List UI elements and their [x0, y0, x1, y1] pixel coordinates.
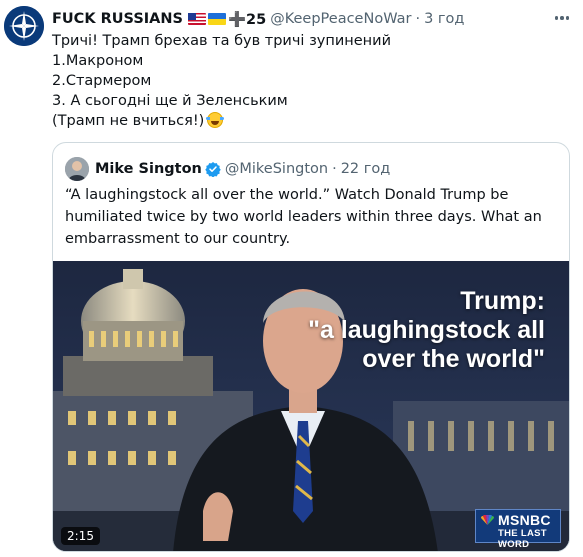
- tweet-line: 2.Стармером: [52, 73, 152, 89]
- us-flag-icon: [187, 13, 206, 25]
- author-avatar[interactable]: [4, 6, 44, 46]
- quoted-tweet-header: Mike Sington @MikeSington · 22 год: [65, 157, 390, 181]
- video-overlay-caption: Trump: "a laughingstock all over the wor…: [308, 287, 545, 374]
- nato-compass-icon: [4, 6, 44, 46]
- tears-of-joy-emoji-icon: [206, 112, 225, 128]
- ukraine-flag-icon: [207, 13, 226, 25]
- author-name-suffix: ➕25: [227, 11, 267, 28]
- quoted-tweet-text: “A laughingstock all over the world.” Wa…: [65, 187, 542, 247]
- video-duration: 2:15: [61, 527, 100, 545]
- quoted-author-handle: @MikeSington: [224, 161, 329, 177]
- quoted-author-avatar: [65, 157, 89, 181]
- tweet-line: (Трамп не вчиться!): [52, 113, 205, 129]
- overlay-line: over the world": [362, 345, 545, 373]
- tweet-timestamp[interactable]: 3 год: [424, 11, 464, 27]
- separator-dot: ·: [332, 161, 337, 177]
- more-icon[interactable]: [550, 10, 574, 26]
- quoted-tweet[interactable]: Mike Sington @MikeSington · 22 год “A la…: [52, 142, 570, 552]
- separator-dot: ·: [415, 11, 421, 27]
- author-name[interactable]: FUCK RUSSIANS: [52, 11, 183, 27]
- video-player[interactable]: Trump: "a laughingstock all over the wor…: [53, 261, 569, 551]
- quoted-timestamp: 22 год: [340, 161, 391, 177]
- program-name: THE LAST WORD: [498, 528, 547, 550]
- tweet-line: Тричі! Трамп брехав та був тричі зупинен…: [52, 33, 391, 49]
- tweet-line: 1.Макроном: [52, 53, 144, 69]
- tweet-header: FUCK RUSSIANS ➕25 @KeepPeaceNoWar · 3 го…: [52, 9, 464, 29]
- network-name: MSNBC: [498, 512, 551, 528]
- peacock-icon: [481, 515, 494, 525]
- person-avatar-icon: [65, 157, 89, 181]
- overlay-line: Trump:: [460, 287, 545, 315]
- overlay-line: "a laughingstock all: [308, 316, 545, 344]
- verified-badge-icon: [205, 162, 221, 177]
- tweet[interactable]: FUCK RUSSIANS ➕25 @KeepPeaceNoWar · 3 го…: [0, 0, 583, 557]
- quoted-author-name: Mike Sington: [95, 161, 202, 177]
- network-logo: MSNBC THE LAST WORD: [475, 509, 561, 550]
- author-handle[interactable]: @KeepPeaceNoWar: [270, 11, 411, 27]
- tweet-text: Тричі! Трамп брехав та був тричі зупинен…: [52, 31, 572, 131]
- tweet-line-last: (Трамп не вчиться!): [52, 111, 572, 131]
- tweet-line: 3. А сьогодні ще й Зеленським: [52, 93, 288, 109]
